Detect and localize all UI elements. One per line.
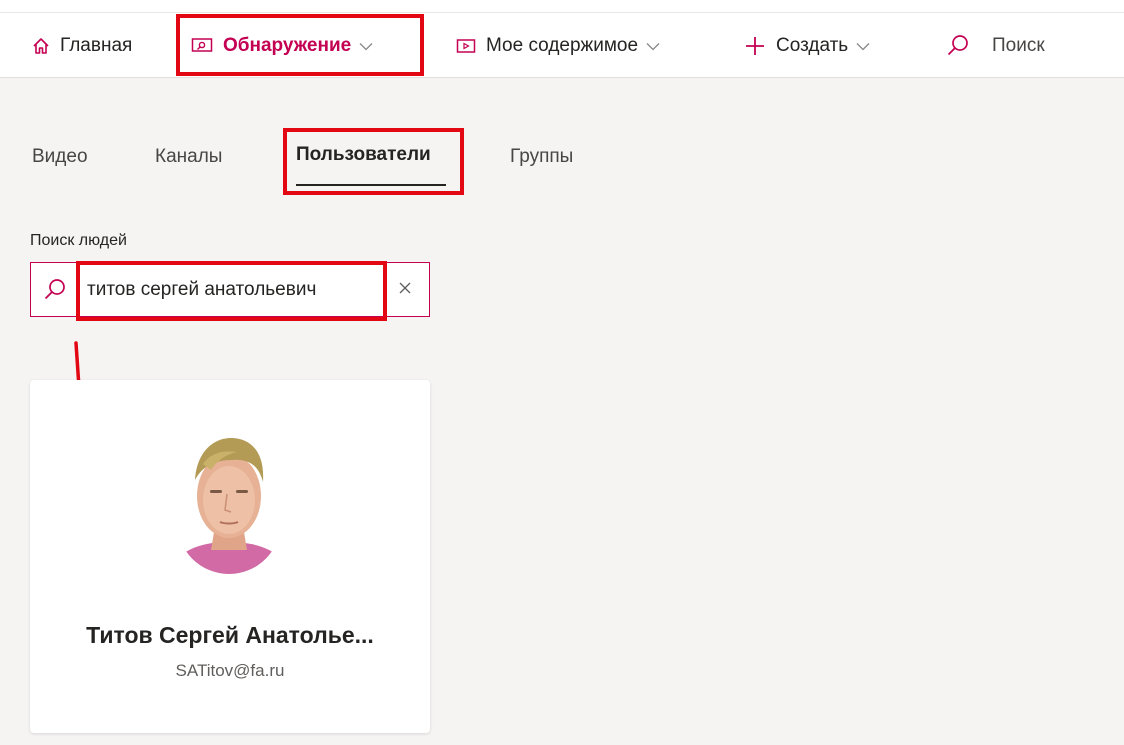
user-name[interactable]: Титов Сергей Анатолье... bbox=[30, 622, 430, 649]
tab-users[interactable]: Пользователи bbox=[296, 144, 431, 166]
people-search-input[interactable] bbox=[87, 273, 387, 307]
chevron-down-icon bbox=[856, 42, 870, 51]
page: Главная Обнаружение Мое содержимое Созда… bbox=[0, 0, 1124, 745]
nav-home[interactable]: Главная bbox=[32, 13, 132, 79]
chevron-down-icon bbox=[359, 42, 373, 51]
close-icon[interactable] bbox=[397, 280, 413, 301]
nav-discover-label: Обнаружение bbox=[223, 35, 352, 56]
nav-search-label: Поиск bbox=[992, 35, 1045, 56]
nav-home-label: Главная bbox=[60, 35, 133, 56]
search-icon bbox=[43, 278, 67, 307]
people-search-box bbox=[30, 262, 430, 317]
tab-video[interactable]: Видео bbox=[32, 146, 88, 168]
nav-my-content-label: Мое содержимое bbox=[486, 35, 639, 56]
tab-groups[interactable]: Группы bbox=[510, 146, 573, 168]
tab-channels[interactable]: Каналы bbox=[155, 146, 222, 168]
video-icon bbox=[456, 38, 476, 54]
chevron-down-icon bbox=[646, 42, 660, 51]
nav-search[interactable]: Поиск bbox=[946, 13, 1045, 79]
window-top-edge bbox=[0, 0, 1124, 12]
home-icon bbox=[32, 37, 50, 55]
user-result-card[interactable]: Титов Сергей Анатолье... SATitov@fa.ru bbox=[30, 380, 430, 733]
search-icon bbox=[946, 34, 970, 58]
active-tab-indicator bbox=[296, 184, 446, 186]
plus-icon bbox=[744, 35, 766, 57]
avatar bbox=[177, 430, 281, 574]
nav-create-label: Создать bbox=[776, 35, 849, 56]
people-search-label: Поиск людей bbox=[30, 232, 127, 249]
nav-create[interactable]: Создать bbox=[744, 13, 870, 79]
user-email: SATitov@fa.ru bbox=[175, 661, 285, 680]
discover-icon bbox=[191, 37, 213, 55]
nav-my-content[interactable]: Мое содержимое bbox=[456, 13, 660, 79]
top-navigation: Главная Обнаружение Мое содержимое Созда… bbox=[0, 12, 1124, 78]
nav-discover[interactable]: Обнаружение bbox=[191, 13, 373, 79]
